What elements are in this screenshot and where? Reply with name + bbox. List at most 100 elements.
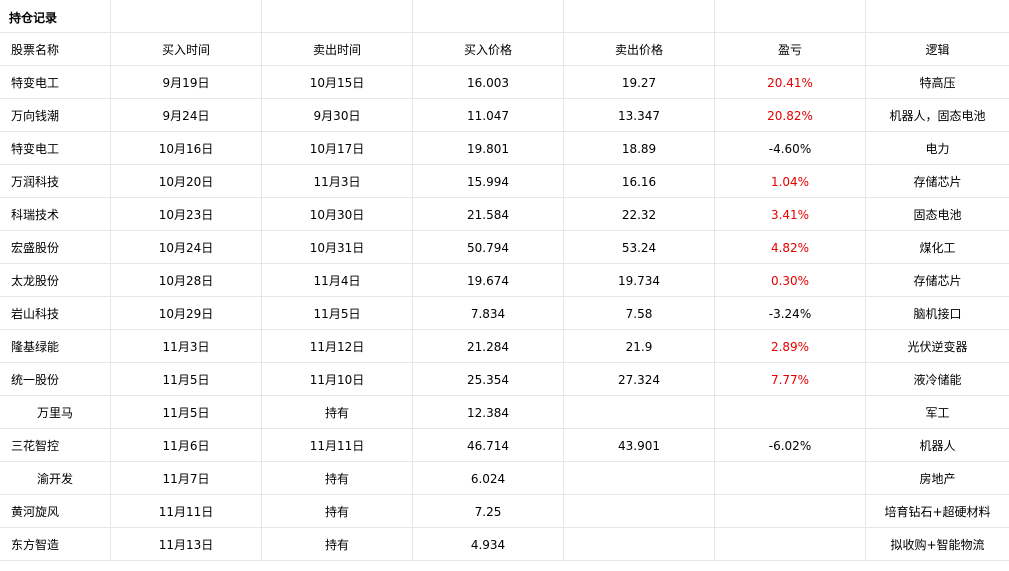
cell-stock-name[interactable]: 宏盛股份	[0, 231, 111, 264]
cell-buy-date[interactable]: 11月5日	[111, 396, 262, 429]
cell-pnl[interactable]	[715, 528, 866, 561]
cell-stock-name[interactable]: 渝开发	[0, 462, 111, 495]
cell-sell-date[interactable]: 11月12日	[262, 330, 413, 363]
cell-sell-date[interactable]: 10月30日	[262, 198, 413, 231]
cell-stock-name[interactable]: 东方智造	[0, 528, 111, 561]
cell-buy-date[interactable]: 11月6日	[111, 429, 262, 462]
cell-stock-name[interactable]: 太龙股份	[0, 264, 111, 297]
cell-sell-price[interactable]: 19.27	[564, 66, 715, 99]
cell-pnl[interactable]	[715, 495, 866, 528]
cell-buy-date[interactable]: 11月3日	[111, 330, 262, 363]
cell-buy-price[interactable]: 11.047	[413, 99, 564, 132]
cell-pnl[interactable]: -3.24%	[715, 297, 866, 330]
cell-sell-price[interactable]	[564, 495, 715, 528]
cell-sell-date[interactable]: 11月10日	[262, 363, 413, 396]
cell-logic[interactable]: 液冷储能	[866, 363, 1009, 396]
cell-logic[interactable]: 存储芯片	[866, 165, 1009, 198]
cell-buy-date[interactable]: 10月28日	[111, 264, 262, 297]
cell-logic[interactable]: 军工	[866, 396, 1009, 429]
cell-buy-date[interactable]: 11月11日	[111, 495, 262, 528]
cell-sell-date[interactable]: 持有	[262, 462, 413, 495]
cell-sell-price[interactable]: 13.347	[564, 99, 715, 132]
header-logic[interactable]: 逻辑	[866, 33, 1009, 66]
cell-buy-price[interactable]: 15.994	[413, 165, 564, 198]
header-sell-date[interactable]: 卖出时间	[262, 33, 413, 66]
cell-stock-name[interactable]: 岩山科技	[0, 297, 111, 330]
empty-cell[interactable]	[111, 0, 262, 33]
cell-pnl[interactable]: 3.41%	[715, 198, 866, 231]
cell-buy-price[interactable]: 50.794	[413, 231, 564, 264]
cell-sell-price[interactable]: 7.58	[564, 297, 715, 330]
cell-logic[interactable]: 煤化工	[866, 231, 1009, 264]
cell-sell-date[interactable]: 11月3日	[262, 165, 413, 198]
cell-pnl[interactable]: 7.77%	[715, 363, 866, 396]
cell-buy-date[interactable]: 9月19日	[111, 66, 262, 99]
cell-buy-date[interactable]: 11月13日	[111, 528, 262, 561]
cell-sell-price[interactable]: 22.32	[564, 198, 715, 231]
cell-buy-date[interactable]: 11月5日	[111, 363, 262, 396]
cell-sell-price[interactable]: 27.324	[564, 363, 715, 396]
cell-sell-price[interactable]: 53.24	[564, 231, 715, 264]
cell-logic[interactable]: 存储芯片	[866, 264, 1009, 297]
cell-buy-price[interactable]: 19.674	[413, 264, 564, 297]
cell-sell-price[interactable]: 21.9	[564, 330, 715, 363]
cell-pnl[interactable]: 2.89%	[715, 330, 866, 363]
cell-sell-date[interactable]: 10月17日	[262, 132, 413, 165]
cell-pnl[interactable]: 20.41%	[715, 66, 866, 99]
cell-sell-price[interactable]: 16.16	[564, 165, 715, 198]
cell-sell-price[interactable]	[564, 462, 715, 495]
cell-stock-name[interactable]: 三花智控	[0, 429, 111, 462]
cell-buy-date[interactable]: 10月29日	[111, 297, 262, 330]
header-pnl[interactable]: 盈亏	[715, 33, 866, 66]
cell-stock-name[interactable]: 万润科技	[0, 165, 111, 198]
sheet-title[interactable]: 持仓记录	[0, 0, 111, 33]
header-stock-name[interactable]: 股票名称	[0, 33, 111, 66]
empty-cell[interactable]	[262, 0, 413, 33]
cell-sell-price[interactable]: 43.901	[564, 429, 715, 462]
cell-logic[interactable]: 机器人	[866, 429, 1009, 462]
cell-sell-date[interactable]: 11月4日	[262, 264, 413, 297]
cell-sell-price[interactable]: 18.89	[564, 132, 715, 165]
cell-pnl[interactable]: -4.60%	[715, 132, 866, 165]
cell-stock-name[interactable]: 隆基绿能	[0, 330, 111, 363]
cell-stock-name[interactable]: 万里马	[0, 396, 111, 429]
cell-sell-date[interactable]: 持有	[262, 528, 413, 561]
cell-buy-price[interactable]: 19.801	[413, 132, 564, 165]
header-buy-price[interactable]: 买入价格	[413, 33, 564, 66]
cell-buy-price[interactable]: 12.384	[413, 396, 564, 429]
cell-buy-date[interactable]: 9月24日	[111, 99, 262, 132]
empty-cell[interactable]	[866, 0, 1009, 33]
cell-sell-date[interactable]: 9月30日	[262, 99, 413, 132]
cell-buy-price[interactable]: 46.714	[413, 429, 564, 462]
cell-pnl[interactable]: -6.02%	[715, 429, 866, 462]
header-buy-date[interactable]: 买入时间	[111, 33, 262, 66]
cell-pnl[interactable]: 20.82%	[715, 99, 866, 132]
cell-buy-price[interactable]: 6.024	[413, 462, 564, 495]
cell-buy-price[interactable]: 21.584	[413, 198, 564, 231]
cell-buy-price[interactable]: 25.354	[413, 363, 564, 396]
cell-buy-date[interactable]: 11月7日	[111, 462, 262, 495]
cell-sell-date[interactable]: 持有	[262, 396, 413, 429]
empty-cell[interactable]	[564, 0, 715, 33]
cell-sell-date[interactable]: 11月5日	[262, 297, 413, 330]
cell-logic[interactable]: 固态电池	[866, 198, 1009, 231]
cell-buy-date[interactable]: 10月24日	[111, 231, 262, 264]
cell-buy-price[interactable]: 7.834	[413, 297, 564, 330]
cell-logic[interactable]: 脑机接口	[866, 297, 1009, 330]
cell-buy-price[interactable]: 21.284	[413, 330, 564, 363]
empty-cell[interactable]	[413, 0, 564, 33]
cell-logic[interactable]: 培育钻石+超硬材料	[866, 495, 1009, 528]
cell-pnl[interactable]	[715, 396, 866, 429]
cell-pnl[interactable]: 4.82%	[715, 231, 866, 264]
cell-logic[interactable]: 光伏逆变器	[866, 330, 1009, 363]
cell-sell-price[interactable]	[564, 396, 715, 429]
cell-stock-name[interactable]: 黄河旋风	[0, 495, 111, 528]
cell-sell-date[interactable]: 10月15日	[262, 66, 413, 99]
cell-logic[interactable]: 拟收购+智能物流	[866, 528, 1009, 561]
cell-logic[interactable]: 机器人，固态电池	[866, 99, 1009, 132]
cell-buy-date[interactable]: 10月20日	[111, 165, 262, 198]
cell-buy-date[interactable]: 10月16日	[111, 132, 262, 165]
cell-pnl[interactable]: 1.04%	[715, 165, 866, 198]
cell-stock-name[interactable]: 特变电工	[0, 66, 111, 99]
cell-stock-name[interactable]: 特变电工	[0, 132, 111, 165]
